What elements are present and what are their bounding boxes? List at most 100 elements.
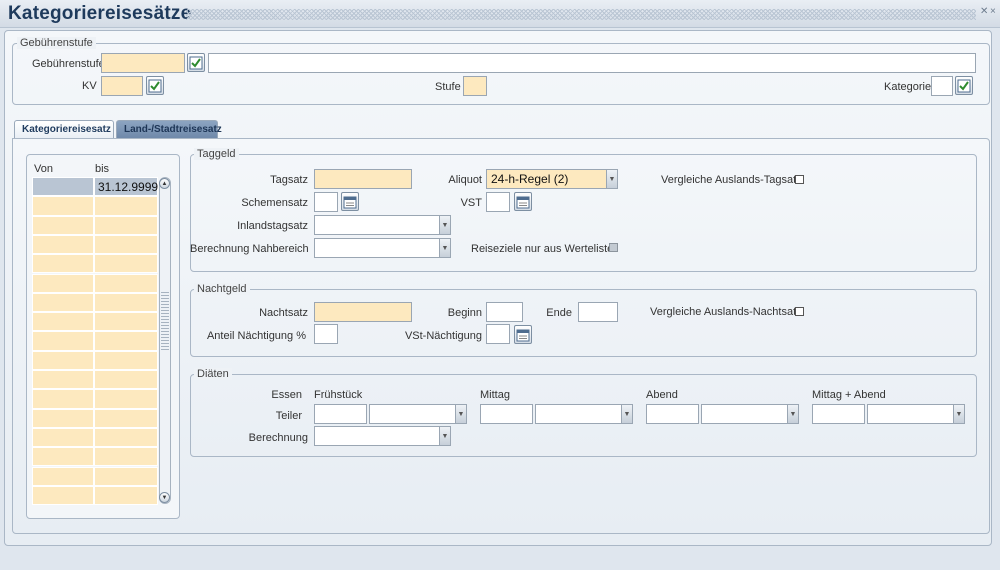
cell-von[interactable] (32, 331, 94, 351)
cell-von[interactable] (32, 254, 94, 274)
cell-bis[interactable] (94, 312, 158, 332)
cell-von[interactable] (32, 447, 94, 467)
cell-bis[interactable] (94, 254, 158, 274)
table-row[interactable] (32, 196, 158, 216)
cell-von[interactable] (32, 427, 94, 448)
cell-bis[interactable] (94, 389, 158, 409)
vst-naechtigung-input[interactable] (486, 324, 510, 344)
cell-bis[interactable] (94, 408, 158, 428)
dropdown-arrow-icon[interactable]: ▼ (953, 405, 964, 423)
cell-von[interactable] (32, 273, 94, 293)
cell-bis[interactable] (94, 234, 158, 255)
dropdown-arrow-icon[interactable]: ▼ (621, 405, 632, 423)
table-row[interactable] (32, 292, 158, 313)
beginn-input[interactable] (486, 302, 523, 322)
table-row[interactable] (32, 234, 158, 255)
nachtsatz-input[interactable] (314, 302, 412, 322)
table-row[interactable] (32, 215, 158, 235)
schemensatz-calendar-button[interactable] (341, 192, 359, 211)
cell-von[interactable] (32, 177, 94, 197)
vst-naechtigung-calendar-button[interactable] (514, 325, 532, 344)
table-row[interactable] (32, 427, 158, 448)
berechnung-nahbereich-select[interactable]: ▼ (314, 238, 451, 258)
scroll-grip[interactable] (161, 290, 169, 350)
teiler-mittag-abend-select[interactable]: ▼ (867, 404, 965, 424)
aliquot-select[interactable]: 24-h-Regel (2) ▼ (486, 169, 618, 189)
cell-bis[interactable] (94, 370, 158, 390)
vst-calendar-button[interactable] (514, 192, 532, 211)
tab-land-stadtreisesatz[interactable]: Land-/Stadtreisesatz (116, 120, 222, 138)
cell-bis[interactable] (94, 427, 158, 448)
cell-bis[interactable] (94, 350, 158, 370)
cell-bis[interactable] (94, 447, 158, 467)
dropdown-arrow-icon[interactable]: ▼ (439, 427, 450, 445)
cell-bis[interactable] (94, 196, 158, 216)
cell-von[interactable] (32, 389, 94, 409)
kategorie-lov-button[interactable] (955, 76, 973, 95)
tagsatz-input[interactable] (314, 169, 412, 189)
cell-bis[interactable] (94, 215, 158, 235)
dropdown-arrow-icon[interactable]: ▼ (606, 170, 617, 188)
teiler-abend-input[interactable] (646, 404, 699, 424)
close-icon[interactable]: × (990, 6, 996, 17)
dropdown-arrow-icon[interactable]: ▼ (439, 216, 450, 234)
teiler-mittag-input[interactable] (480, 404, 533, 424)
minimize-icon[interactable]: ✕ (980, 6, 988, 17)
tab-kategoriereisesatz[interactable]: Kategoriereisesatz (14, 120, 114, 138)
table-row[interactable] (32, 350, 158, 370)
teiler-fruehstueck-select[interactable]: ▼ (369, 404, 467, 424)
kv-lov-button[interactable] (146, 76, 164, 95)
teiler-mittag-select[interactable]: ▼ (535, 404, 633, 424)
table-row[interactable] (32, 408, 158, 428)
cell-von[interactable] (32, 485, 94, 506)
vergleiche-auslands-tagsatz-checkbox[interactable] (795, 175, 804, 184)
cell-von[interactable] (32, 350, 94, 370)
dropdown-arrow-icon[interactable]: ▼ (455, 405, 466, 423)
berechnung-select[interactable]: ▼ (314, 426, 451, 446)
cell-von[interactable] (32, 466, 94, 486)
dropdown-arrow-icon[interactable]: ▼ (439, 239, 450, 257)
cell-bis[interactable] (94, 485, 158, 506)
teiler-mittag-abend-input[interactable] (812, 404, 865, 424)
dropdown-arrow-icon[interactable]: ▼ (787, 405, 798, 423)
table-row[interactable] (32, 331, 158, 351)
table-row[interactable] (32, 447, 158, 467)
cell-von[interactable] (32, 312, 94, 332)
kv-input[interactable] (101, 76, 143, 96)
table-row[interactable]: 31.12.9999 (32, 177, 158, 197)
cell-von[interactable] (32, 234, 94, 255)
cell-von[interactable] (32, 196, 94, 216)
teiler-fruehstueck-input[interactable] (314, 404, 367, 424)
anteil-naechtigung-input[interactable] (314, 324, 338, 344)
inlandstagsatz-select[interactable]: ▼ (314, 215, 451, 235)
gebuehrenstufe-bezeichnung-input[interactable] (208, 53, 976, 73)
vergleiche-auslands-nachtsatz-checkbox[interactable] (795, 307, 804, 316)
gebuehrenstufe-input[interactable] (101, 53, 185, 73)
cell-von[interactable] (32, 370, 94, 390)
table-row[interactable] (32, 466, 158, 486)
table-row[interactable] (32, 485, 158, 506)
table-row[interactable] (32, 312, 158, 332)
cell-von[interactable] (32, 292, 94, 313)
cell-bis[interactable] (94, 331, 158, 351)
reiseziele-checkbox[interactable] (609, 243, 618, 252)
cell-bis[interactable] (94, 292, 158, 313)
table-row[interactable] (32, 254, 158, 274)
stufe-input[interactable] (463, 76, 487, 96)
cell-bis[interactable]: 31.12.9999 (94, 177, 158, 197)
vst-input[interactable] (486, 192, 510, 212)
scroll-up-icon[interactable]: ▲ (159, 178, 170, 189)
cell-von[interactable] (32, 408, 94, 428)
teiler-abend-select[interactable]: ▼ (701, 404, 799, 424)
scroll-down-icon[interactable]: ▼ (159, 492, 170, 503)
cell-bis[interactable] (94, 273, 158, 293)
cell-von[interactable] (32, 215, 94, 235)
table-row[interactable] (32, 273, 158, 293)
table-row[interactable] (32, 389, 158, 409)
kategorie-input[interactable] (931, 76, 953, 96)
schemensatz-input[interactable] (314, 192, 338, 212)
ende-input[interactable] (578, 302, 618, 322)
gebuehrenstufe-lov-button[interactable] (187, 53, 205, 72)
cell-bis[interactable] (94, 466, 158, 486)
table-row[interactable] (32, 370, 158, 390)
